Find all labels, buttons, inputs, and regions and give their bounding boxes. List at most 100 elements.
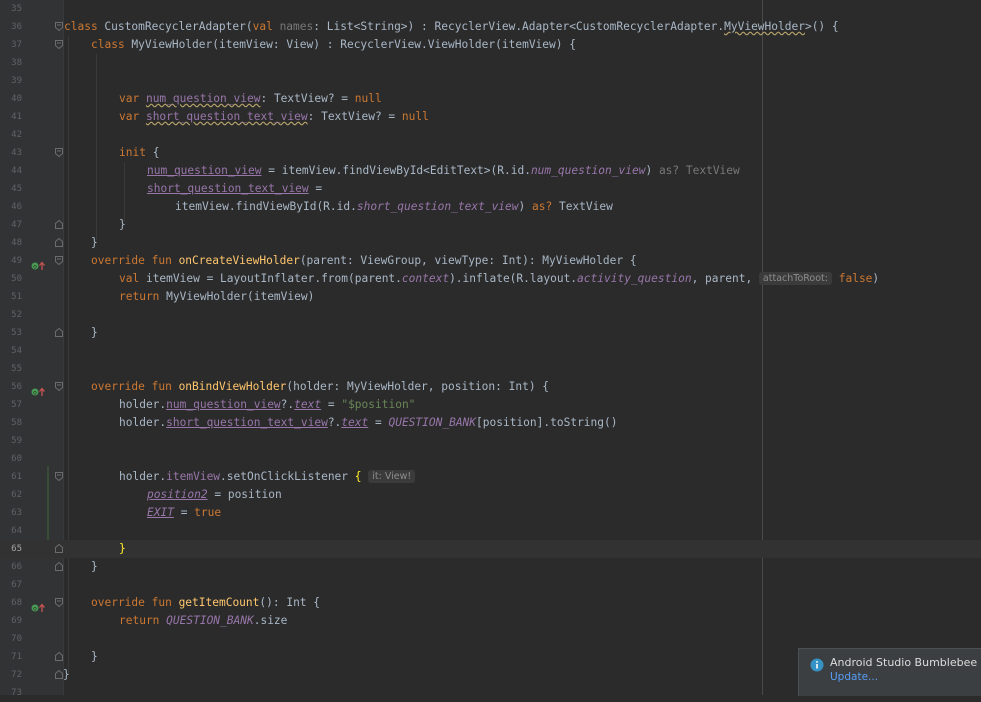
code-line[interactable]: 53 } (0, 324, 981, 342)
code-text: ) (518, 200, 532, 213)
update-link[interactable]: Update... (830, 671, 878, 683)
code-line[interactable]: 70 (0, 630, 981, 648)
line-number: 57 (11, 400, 22, 410)
code-line[interactable]: 68 o override fun getItemCount(): Int { (0, 594, 981, 613)
code-line[interactable]: 63 EXIT = true (0, 504, 981, 522)
code-line[interactable]: 58 holder.short_question_text_view?.text… (0, 414, 981, 432)
code-line[interactable]: 60 (0, 450, 981, 468)
code-line[interactable]: 42 (0, 126, 981, 144)
code-line[interactable]: 46 itemView.findViewById(R.id.short_ques… (0, 198, 981, 216)
code-line[interactable]: 61 holder.itemView.setOnClickListener { … (0, 468, 981, 486)
fold-end-icon[interactable] (55, 562, 63, 571)
line-number: 62 (11, 490, 22, 500)
code-line[interactable]: 45 short_question_text_view = (0, 180, 981, 198)
code-line[interactable]: 66 } (0, 558, 981, 576)
fold-end-icon[interactable] (55, 544, 63, 553)
fold-icon[interactable] (55, 40, 63, 49)
code-line[interactable]: 69 return QUESTION_BANK.size (0, 612, 981, 630)
fold-end-icon[interactable] (55, 328, 63, 337)
code-line[interactable]: 43 init { (0, 144, 981, 162)
code-line[interactable]: 35 (0, 0, 981, 18)
code-text: (parent: ViewGroup, viewType: Int): MyVi… (299, 254, 637, 267)
closing-brace: } (91, 650, 98, 663)
line-number: 37 (11, 40, 22, 50)
override-method-icon[interactable]: o (31, 256, 45, 271)
override-method-icon[interactable]: o (31, 598, 45, 613)
fold-icon[interactable] (55, 22, 63, 31)
fold-icon[interactable] (55, 472, 63, 481)
line-number: 72 (11, 670, 22, 680)
code-line[interactable]: 49 o override fun onCreateViewHolder(par… (0, 252, 981, 271)
line-number: 56 (11, 382, 22, 392)
code-line[interactable]: 48 } (0, 234, 981, 252)
code-text: ?. (327, 416, 342, 429)
code-line[interactable]: 59 (0, 432, 981, 450)
line-number: 73 (11, 688, 22, 698)
code-text: [position].toString() (476, 416, 618, 429)
fold-end-icon[interactable] (55, 220, 63, 229)
code-line[interactable]: 36 class CustomRecyclerAdapter(val names… (0, 18, 981, 36)
line-number: 65 (11, 544, 22, 554)
fold-icon[interactable] (55, 598, 63, 607)
property-name: num_question_view (166, 398, 281, 411)
keyword: override fun (91, 596, 179, 609)
fold-icon[interactable] (55, 382, 63, 391)
code-line[interactable]: 64 (0, 522, 981, 540)
warning-text: MyViewHolder (724, 20, 805, 33)
code-line[interactable]: 41 var short_question_text_view: TextVie… (0, 108, 981, 126)
code-text: ) (645, 164, 659, 177)
fold-end-icon[interactable] (55, 652, 63, 661)
code-line[interactable]: 44 num_question_view = itemView.findView… (0, 162, 981, 180)
constant-name: QUESTION_BANK (166, 614, 254, 627)
line-number: 50 (11, 274, 22, 284)
resource-id: num_question_view (530, 164, 646, 177)
code-line[interactable]: 39 (0, 72, 981, 90)
code-text: (): Int { (259, 596, 321, 609)
code-line[interactable]: 54 (0, 342, 981, 360)
code-line[interactable]: 40 var num_question_view: TextView? = nu… (0, 90, 981, 108)
closing-brace: } (119, 218, 126, 231)
code-line[interactable]: 37 class MyViewHolder(itemView: View) : … (0, 36, 981, 54)
keyword: val (119, 272, 146, 285)
code-text: (holder: MyViewHolder, position: Int) { (286, 380, 550, 393)
constant-name: QUESTION_BANK (388, 416, 477, 429)
line-number: 59 (11, 436, 22, 446)
fold-end-icon[interactable] (55, 238, 63, 247)
code-line[interactable]: 38 (0, 54, 981, 72)
code-text: = position (207, 488, 282, 501)
code-text: holder. (119, 416, 167, 429)
code-text: ?. (280, 398, 295, 411)
code-line[interactable]: 56 o override fun onBindViewHolder(holde… (0, 378, 981, 397)
code-line[interactable]: 51 return MyViewHolder(itemView) (0, 288, 981, 306)
override-method-icon[interactable]: o (31, 382, 45, 397)
code-text: MyViewHolder(itemView: View) : RecyclerV… (131, 38, 576, 51)
code-line[interactable]: 62 position2 = position (0, 486, 981, 504)
code-line[interactable]: 57 holder.num_question_view?.text = "$po… (0, 396, 981, 414)
code-text: = (368, 416, 389, 429)
property-name: itemView (166, 470, 221, 483)
lambda-param-hint: it: View! (368, 470, 416, 483)
code-line[interactable]: 55 (0, 360, 981, 378)
fold-end-icon[interactable] (55, 670, 63, 679)
keyword: val (252, 20, 280, 33)
fold-icon[interactable] (55, 148, 63, 157)
code-line[interactable]: 47 } (0, 216, 981, 234)
keyword: true (194, 506, 222, 519)
code-line[interactable]: 67 (0, 576, 981, 594)
keyword: return (119, 290, 167, 303)
resource-id: short_question_text_view (356, 200, 519, 213)
code-text: { (152, 146, 160, 159)
parameter-hint: attachToRoot: (758, 272, 832, 285)
code-editor[interactable]: 35 36 class CustomRecyclerAdapter(val na… (0, 0, 981, 698)
property-name: num_question_view (145, 92, 261, 105)
line-number: 70 (11, 634, 22, 644)
code-line[interactable]: 50 val itemView = LayoutInflater.from(pa… (0, 270, 981, 288)
resource-id: activity_question (577, 272, 692, 285)
keyword: init (119, 146, 153, 159)
update-notification[interactable]: Android Studio Bumblebee Update... (798, 648, 981, 696)
fold-icon[interactable] (55, 256, 63, 265)
code-text: : List<String>) : RecyclerView.Adapter<C… (313, 20, 725, 33)
current-line[interactable]: 65 } (0, 540, 981, 558)
code-line[interactable]: 52 (0, 306, 981, 324)
keyword: false (838, 272, 873, 285)
